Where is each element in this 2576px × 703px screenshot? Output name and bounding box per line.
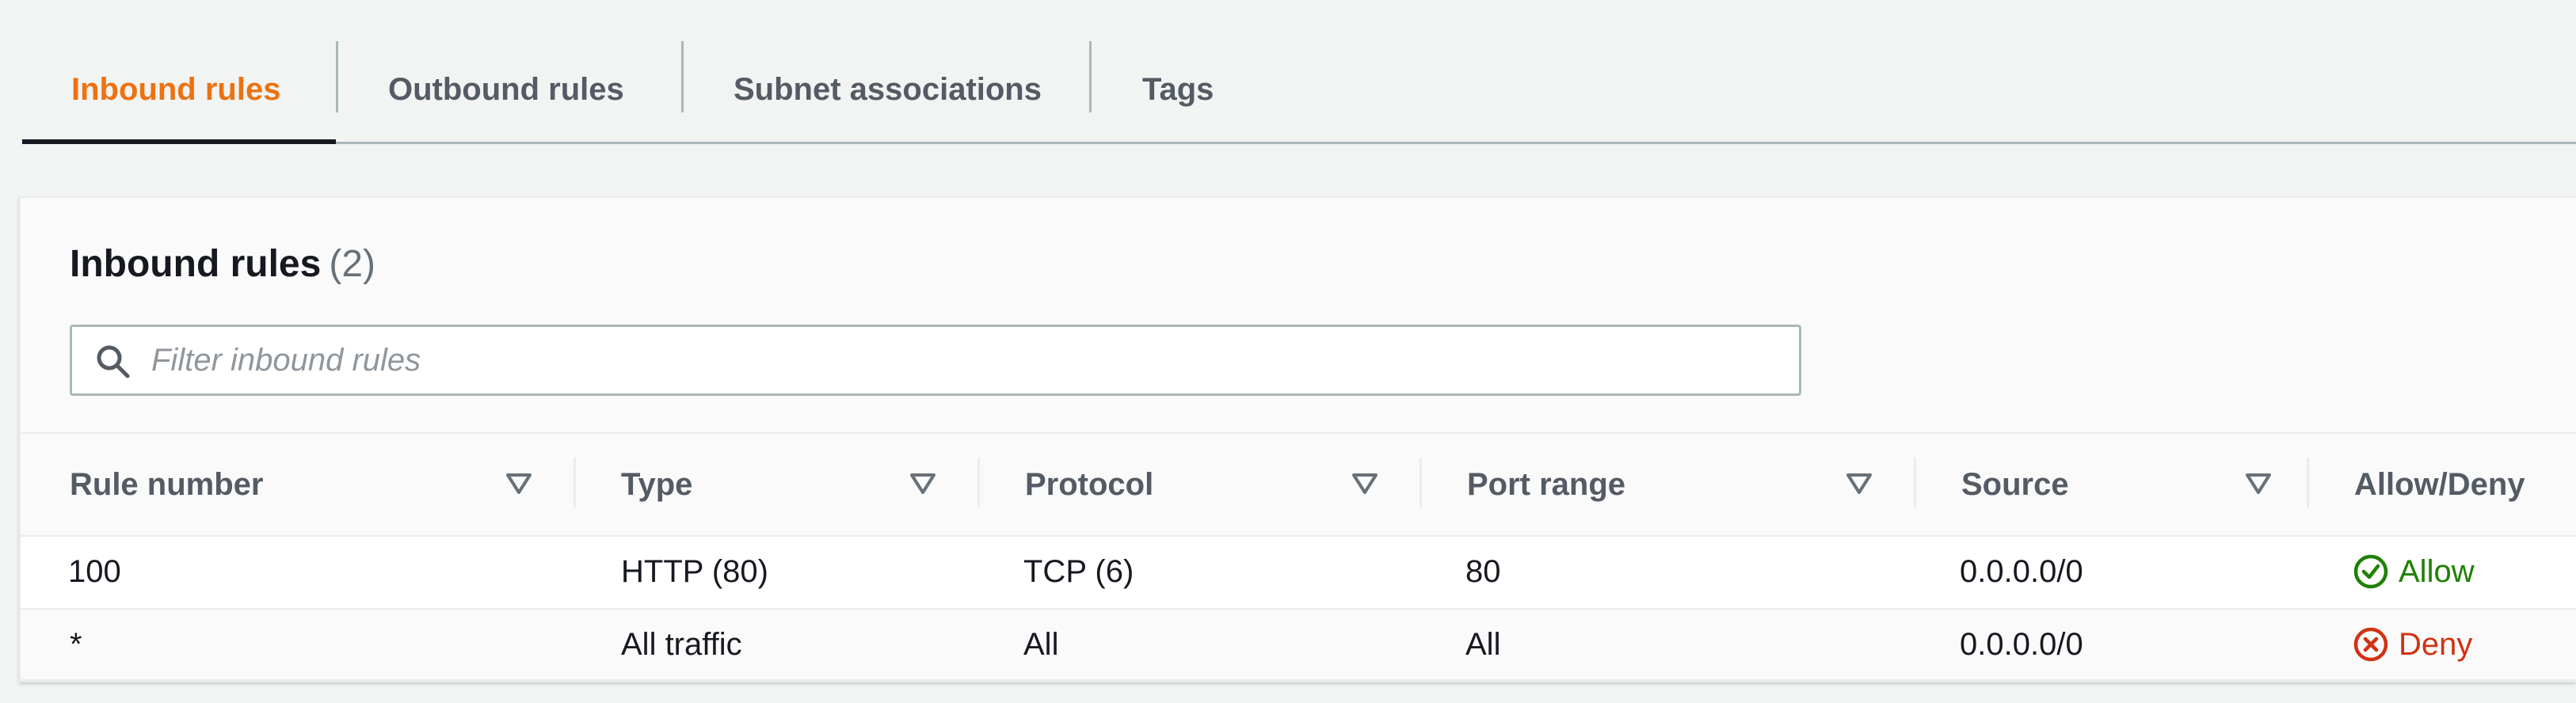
allow-label: Allow: [2399, 553, 2475, 589]
cell-type: HTTP (80): [621, 553, 768, 589]
cell-port-range: All: [1465, 626, 1501, 662]
sort-icon[interactable]: [1351, 472, 1378, 496]
x-circle-icon: [2353, 627, 2388, 662]
tab-divider: [1089, 41, 1092, 112]
check-circle-icon: [2353, 554, 2388, 589]
tab-subnet-associations[interactable]: Subnet associations: [734, 38, 1042, 142]
column-divider: [977, 458, 980, 508]
active-tab-indicator: [22, 139, 336, 144]
tab-outbound-rules[interactable]: Outbound rules: [388, 38, 624, 142]
table-row[interactable]: * All traffic All All 0.0.0.0/0 Deny: [21, 610, 2576, 681]
cell-allow-deny: Deny: [2353, 610, 2472, 679]
tab-inbound-rules[interactable]: Inbound rules: [71, 38, 280, 142]
tab-divider: [336, 41, 338, 112]
filter-box[interactable]: [70, 325, 1801, 396]
cell-rule-number: 100: [68, 553, 121, 589]
cell-source: 0.0.0.0/0: [1960, 553, 2083, 589]
inbound-rules-panel: Inbound rules(2) Rule number Type Protoc…: [19, 196, 2576, 682]
deny-label: Deny: [2399, 626, 2473, 662]
rule-count: (2): [329, 243, 375, 285]
cell-allow-deny: Allow: [2353, 537, 2475, 606]
tab-tags[interactable]: Tags: [1142, 38, 1214, 142]
tab-bar: Inbound rules Outbound rules Subnet asso…: [22, 38, 2576, 144]
column-header-source[interactable]: Source: [1961, 434, 2069, 535]
cell-rule-number: *: [70, 626, 82, 662]
column-header-protocol[interactable]: Protocol: [1025, 434, 1153, 535]
panel-title: Inbound rules (2): [70, 242, 375, 286]
cell-port-range: 80: [1465, 553, 1501, 589]
sort-icon[interactable]: [2245, 472, 2272, 496]
column-header-rule-number[interactable]: Rule number: [70, 434, 263, 535]
column-header-port-range[interactable]: Port range: [1467, 434, 1625, 535]
search-icon: [97, 345, 130, 378]
sort-icon[interactable]: [1846, 472, 1873, 496]
cell-protocol: All: [1023, 626, 1059, 662]
column-header-allow-deny[interactable]: Allow/Deny: [2354, 434, 2525, 535]
table-header: Rule number Type Protocol Port range Sou…: [21, 432, 2576, 537]
column-header-type[interactable]: Type: [621, 434, 692, 535]
cell-protocol: TCP (6): [1023, 553, 1134, 589]
column-divider: [574, 458, 576, 508]
column-divider: [1914, 458, 1916, 508]
filter-input[interactable]: [151, 327, 1783, 393]
panel-title-text: Inbound rules: [70, 243, 322, 285]
cell-source: 0.0.0.0/0: [1960, 626, 2083, 662]
column-divider: [2307, 458, 2309, 508]
sort-icon[interactable]: [505, 472, 532, 496]
table-row[interactable]: 100 HTTP (80) TCP (6) 80 0.0.0.0/0 Allow: [21, 537, 2576, 610]
cell-type: All traffic: [621, 626, 742, 662]
column-divider: [1419, 458, 1422, 508]
tab-divider: [681, 41, 684, 112]
sort-icon[interactable]: [909, 472, 936, 496]
